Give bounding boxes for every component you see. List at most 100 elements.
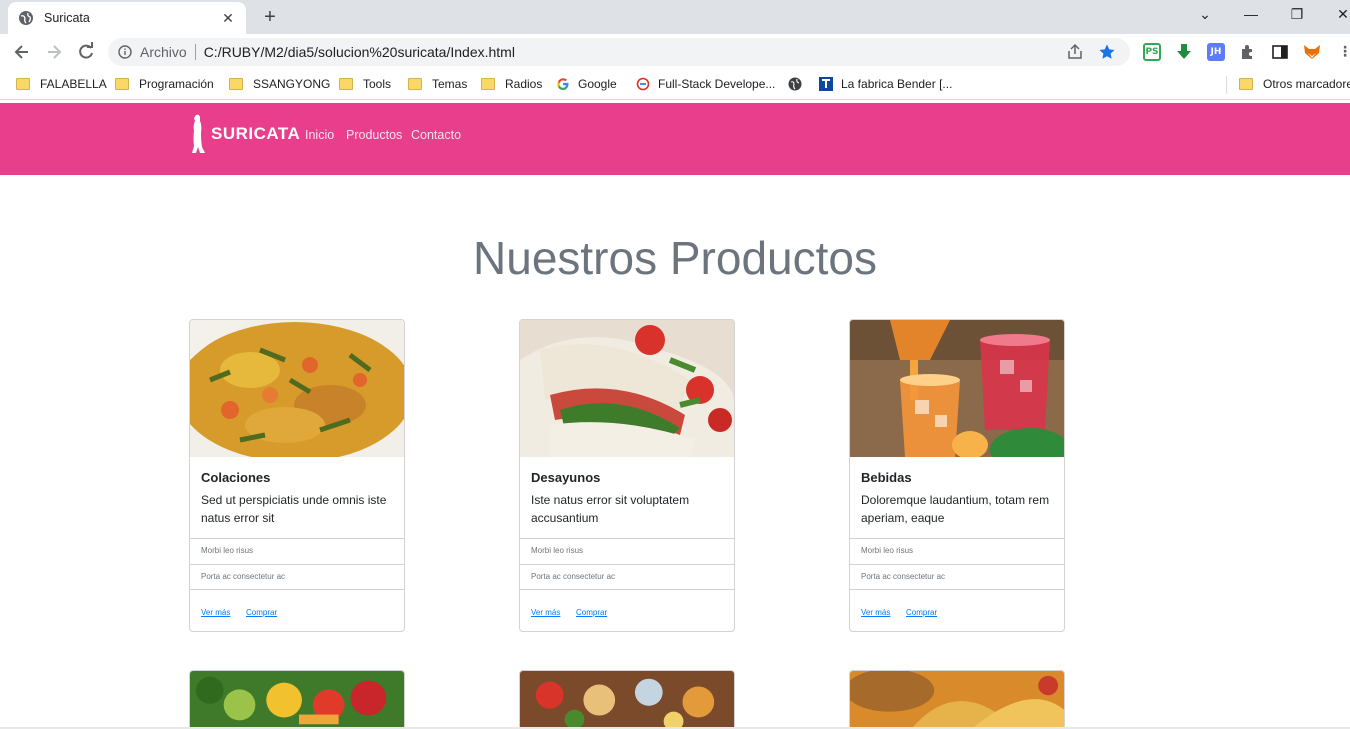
address-bar[interactable]: Archivo C:/RUBY/M2/dia5/solucion%20suric… bbox=[108, 38, 1130, 66]
product-card-desayunos: Desayunos Iste natus error sit voluptate… bbox=[519, 319, 735, 632]
bookmark-tools[interactable]: Tools bbox=[339, 77, 391, 91]
bookmark-label: FALABELLA bbox=[40, 77, 107, 91]
card-links: Ver más Comprar bbox=[190, 589, 404, 631]
extensions-puzzle-icon[interactable] bbox=[1239, 43, 1257, 61]
meerkat-logo-icon bbox=[192, 114, 205, 153]
product-card-bebidas: Bebidas Doloremque laudantium, totam rem… bbox=[849, 319, 1065, 632]
share-icon[interactable] bbox=[1066, 43, 1084, 61]
restore-button[interactable]: ❐ bbox=[1287, 6, 1307, 23]
bookmark-label: La fabrica Bender [... bbox=[841, 77, 953, 91]
side-panel-icon[interactable] bbox=[1271, 43, 1289, 61]
back-icon[interactable] bbox=[12, 42, 32, 62]
bookmark-label: Programación bbox=[139, 77, 214, 91]
list-item: Porta ac consectetur ac bbox=[520, 564, 734, 589]
bookmark-star-icon[interactable] bbox=[1098, 43, 1116, 61]
bookmark-radios[interactable]: Radios bbox=[481, 77, 542, 91]
desayunos-sandwich-image bbox=[520, 320, 734, 457]
card-text: Doloremque laudantium, totam rem aperiam… bbox=[861, 493, 1050, 525]
tab-strip: Suricata ✕ + ⌄ — ❐ ✕ bbox=[0, 0, 1350, 34]
folder-icon bbox=[16, 78, 30, 90]
profile-fox-icon[interactable] bbox=[1303, 43, 1321, 61]
folder-icon bbox=[481, 78, 495, 90]
tab-search-icon[interactable]: ⌄ bbox=[1195, 6, 1215, 23]
download-arrow-icon[interactable] bbox=[1175, 43, 1193, 61]
comprar-link[interactable]: Comprar bbox=[576, 608, 607, 617]
google-icon bbox=[557, 78, 569, 90]
product-card-colaciones: Colaciones Sed ut perspiciatis unde omni… bbox=[189, 319, 405, 632]
folder-icon bbox=[1239, 78, 1253, 90]
comprar-link[interactable]: Comprar bbox=[906, 608, 937, 617]
list-item: Morbi leo risus bbox=[520, 538, 734, 563]
page-content: SURICATA Inicio Productos Contacto Nuest… bbox=[0, 101, 1350, 729]
bender-logo-icon bbox=[819, 77, 833, 91]
forward-icon[interactable] bbox=[44, 42, 64, 62]
bookmark-globe[interactable] bbox=[788, 77, 810, 91]
brand-name: SURICATA bbox=[211, 124, 301, 143]
nav-productos[interactable]: Productos bbox=[346, 128, 402, 142]
bookmark-label: Temas bbox=[432, 77, 468, 91]
url-text[interactable]: C:/RUBY/M2/dia5/solucion%20suricata/Inde… bbox=[204, 44, 1066, 60]
comprar-link[interactable]: Comprar bbox=[246, 608, 277, 617]
site-brand[interactable]: SURICATA bbox=[188, 113, 300, 155]
card-text: Sed ut perspiciatis unde omnis iste natu… bbox=[201, 493, 387, 525]
card-links: Ver más Comprar bbox=[520, 589, 734, 631]
card-title: Colaciones bbox=[201, 470, 271, 485]
card-title: Bebidas bbox=[861, 470, 912, 485]
bookmark-label: Full-Stack Develope... bbox=[658, 77, 776, 91]
globe-icon bbox=[19, 11, 33, 25]
extension-jh-icon[interactable]: JH bbox=[1207, 43, 1225, 61]
minimize-button[interactable]: — bbox=[1241, 6, 1261, 22]
list-item: Morbi leo risus bbox=[850, 538, 1064, 563]
bookmark-label: SSANGYONG bbox=[253, 77, 331, 91]
fullstack-logo-icon bbox=[636, 77, 650, 91]
bookmark-fabrica-bender[interactable]: La fabrica Bender [... bbox=[819, 77, 952, 91]
card-title: Desayunos bbox=[531, 470, 601, 485]
browser-toolbar: Archivo C:/RUBY/M2/dia5/solucion%20suric… bbox=[0, 34, 1350, 70]
extension-ps-icon[interactable]: PS bbox=[1143, 43, 1161, 61]
site-navbar: SURICATA Inicio Productos Contacto bbox=[0, 103, 1350, 175]
card-text: Iste natus error sit voluptatem accusant… bbox=[531, 493, 690, 525]
bookmark-falabella[interactable]: FALABELLA bbox=[16, 77, 107, 91]
bookmarks-separator bbox=[1226, 76, 1227, 94]
card-links: Ver más Comprar bbox=[850, 589, 1064, 631]
bookmark-programacion[interactable]: Programación bbox=[115, 77, 214, 91]
page-title: Nuestros Productos bbox=[473, 232, 877, 284]
bookmark-label: Radios bbox=[505, 77, 543, 91]
nav-contacto[interactable]: Contacto bbox=[411, 128, 461, 142]
info-icon[interactable] bbox=[118, 45, 132, 59]
ver-mas-link[interactable]: Ver más bbox=[531, 608, 560, 617]
close-tab-icon[interactable]: ✕ bbox=[220, 10, 236, 27]
address-separator bbox=[194, 44, 196, 60]
bookmarks-bar: FALABELLA Programación SSANGYONG Tools T… bbox=[0, 70, 1350, 100]
bookmark-label: Tools bbox=[363, 77, 392, 91]
list-item: Porta ac consectetur ac bbox=[850, 564, 1064, 589]
ver-mas-link[interactable]: Ver más bbox=[201, 608, 230, 617]
tab-title: Suricata bbox=[44, 11, 90, 25]
globe-icon bbox=[788, 77, 802, 91]
browser-tab[interactable]: Suricata ✕ bbox=[8, 2, 246, 34]
bookmark-otros[interactable]: Otros marcadores bbox=[1239, 77, 1350, 91]
folder-icon bbox=[339, 78, 353, 90]
bookmark-fullstack[interactable]: Full-Stack Develope... bbox=[636, 77, 775, 91]
new-tab-button[interactable]: + bbox=[258, 6, 282, 28]
bebidas-drinks-image bbox=[850, 320, 1064, 457]
breakfast-spread-image bbox=[519, 670, 735, 729]
list-item: Morbi leo risus bbox=[190, 538, 404, 563]
close-window-button[interactable]: ✕ bbox=[1333, 6, 1350, 23]
scheme-label: Archivo bbox=[140, 44, 187, 60]
ver-mas-link[interactable]: Ver más bbox=[861, 608, 890, 617]
folder-icon bbox=[115, 78, 129, 90]
reload-icon[interactable] bbox=[76, 42, 96, 62]
empanadas-image bbox=[849, 670, 1065, 729]
folder-icon bbox=[408, 78, 422, 90]
bookmark-google[interactable]: Google bbox=[556, 77, 617, 91]
folder-icon bbox=[229, 78, 243, 90]
bookmark-temas[interactable]: Temas bbox=[408, 77, 467, 91]
nav-inicio[interactable]: Inicio bbox=[305, 128, 334, 142]
vegetables-image bbox=[189, 670, 405, 729]
menu-kebab-icon[interactable]: ⋮ bbox=[1336, 43, 1350, 61]
list-item: Porta ac consectetur ac bbox=[190, 564, 404, 589]
colaciones-food-image bbox=[190, 320, 404, 457]
bookmark-label: Google bbox=[578, 77, 617, 91]
bookmark-ssangyong[interactable]: SSANGYONG bbox=[229, 77, 330, 91]
